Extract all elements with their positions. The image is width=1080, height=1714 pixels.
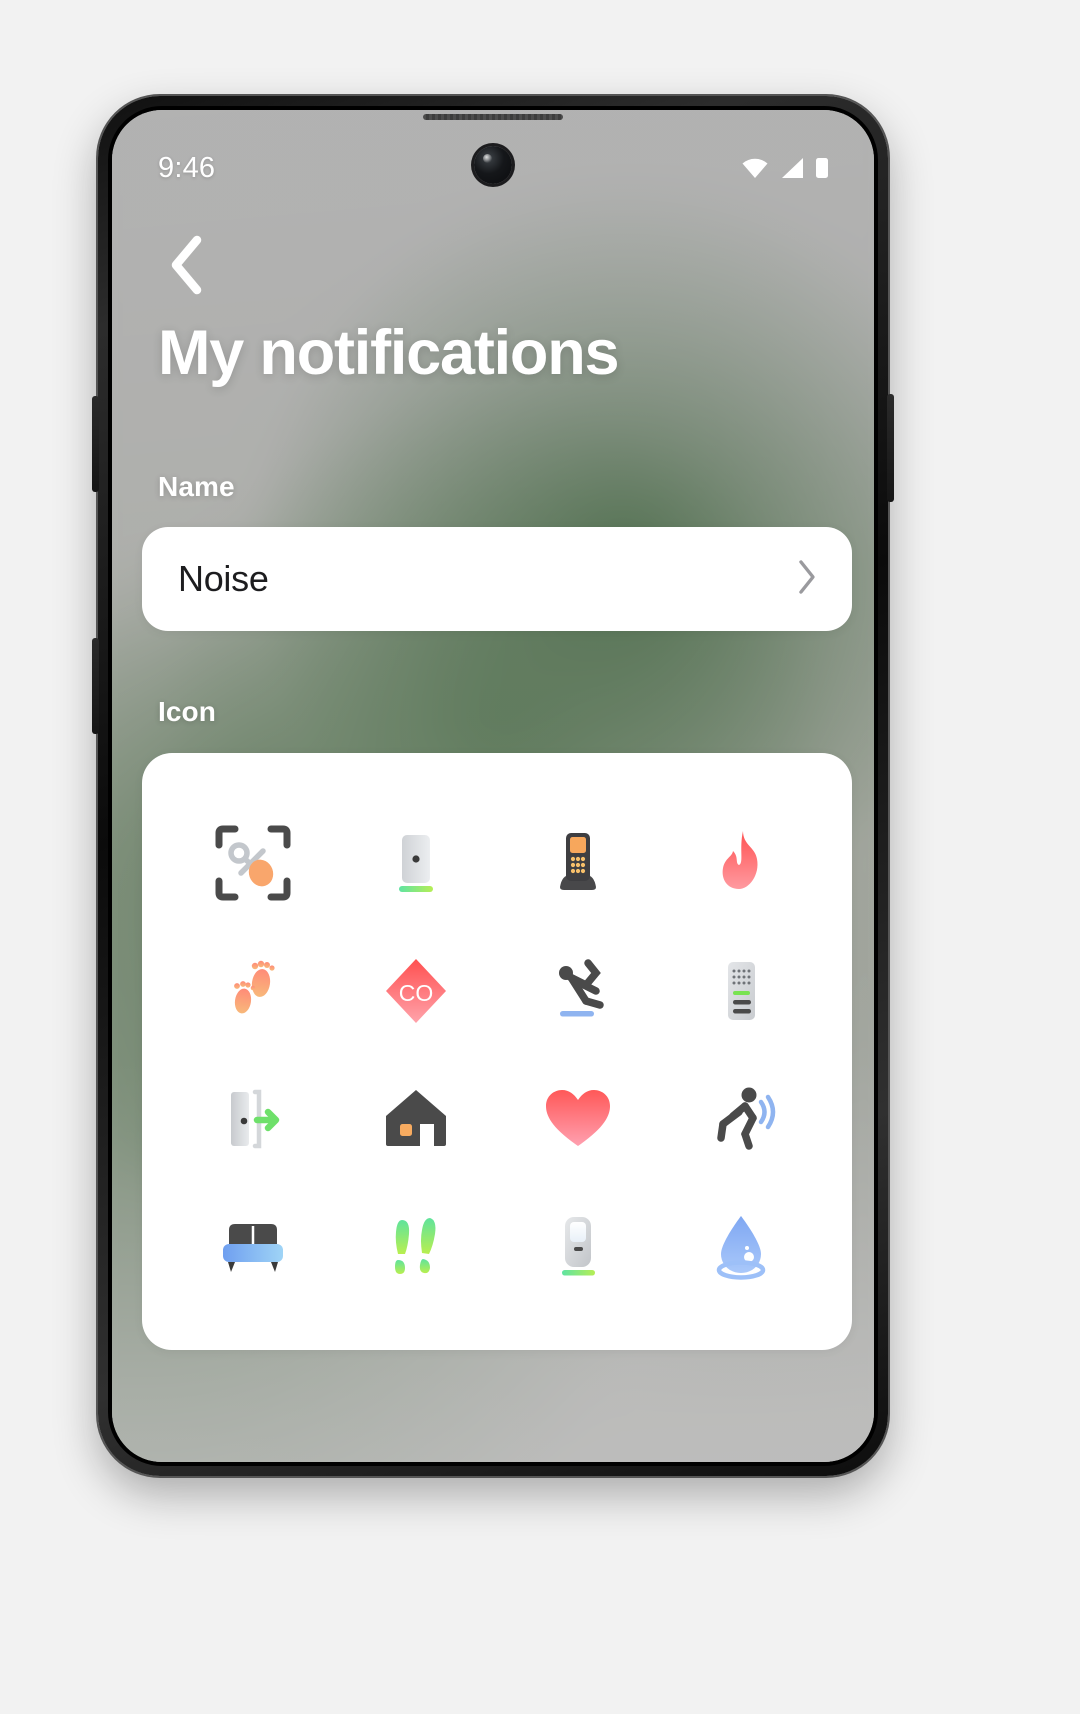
chevron-left-icon	[167, 234, 207, 301]
icon-option-shoe-prints[interactable]	[335, 1182, 498, 1310]
door-sensor-icon	[374, 821, 458, 905]
shoe-prints-icon	[374, 1204, 458, 1288]
window-sensor-icon	[536, 1204, 620, 1288]
bed-icon	[211, 1204, 295, 1288]
icon-option-cut-alert[interactable]	[172, 799, 335, 927]
page-title: My notifications	[158, 322, 618, 385]
motion-runner-icon	[699, 1076, 783, 1160]
phone-device-frame: 9:46	[98, 96, 888, 1476]
flame-icon	[699, 821, 783, 905]
cut-alert-focus-icon	[211, 821, 295, 905]
chevron-right-icon	[796, 558, 818, 601]
icon-option-intercom-speaker[interactable]	[660, 927, 823, 1055]
fall-detection-icon	[536, 949, 620, 1033]
phone-screen: 9:46	[112, 110, 874, 1462]
name-field-value: Noise	[178, 558, 269, 600]
icon-option-door-exit[interactable]	[172, 1055, 335, 1183]
name-field-row[interactable]: Noise	[142, 527, 852, 631]
icon-option-bed[interactable]	[172, 1182, 335, 1310]
power-hardware-button[interactable]	[887, 394, 894, 502]
icon-option-cordless-phone[interactable]	[497, 799, 660, 927]
icon-option-fall-detection[interactable]	[497, 927, 660, 1055]
volume-up-hardware-button[interactable]	[92, 396, 99, 492]
heart-icon	[536, 1076, 620, 1160]
co-detector-icon: CO	[374, 949, 458, 1033]
icon-option-footprints[interactable]	[172, 927, 335, 1055]
house-icon	[374, 1076, 458, 1160]
icon-option-house[interactable]	[335, 1055, 498, 1183]
icon-section-label: Icon	[158, 696, 216, 728]
svg-text:CO: CO	[399, 980, 434, 1006]
icon-picker-card: CO	[142, 753, 852, 1350]
bare-footprints-icon	[211, 949, 295, 1033]
water-leak-drop-icon	[699, 1204, 783, 1288]
volume-down-hardware-button[interactable]	[92, 638, 99, 734]
icon-option-motion-runner[interactable]	[660, 1055, 823, 1183]
icon-option-heart[interactable]	[497, 1055, 660, 1183]
phone-bezel: 9:46	[108, 106, 878, 1466]
icon-option-door-sensor[interactable]	[335, 799, 498, 927]
icon-option-water-drop[interactable]	[660, 1182, 823, 1310]
icon-grid: CO	[172, 799, 822, 1310]
cordless-phone-icon	[536, 821, 620, 905]
icon-option-co-detector[interactable]: CO	[335, 927, 498, 1055]
icon-option-window-sensor[interactable]	[497, 1182, 660, 1310]
page-content: My notifications Name Noise Icon	[112, 110, 874, 1462]
name-section-label: Name	[158, 471, 235, 503]
icon-option-flame[interactable]	[660, 799, 823, 927]
door-exit-icon	[211, 1076, 295, 1160]
back-button[interactable]	[156, 236, 218, 298]
intercom-speaker-icon	[699, 949, 783, 1033]
